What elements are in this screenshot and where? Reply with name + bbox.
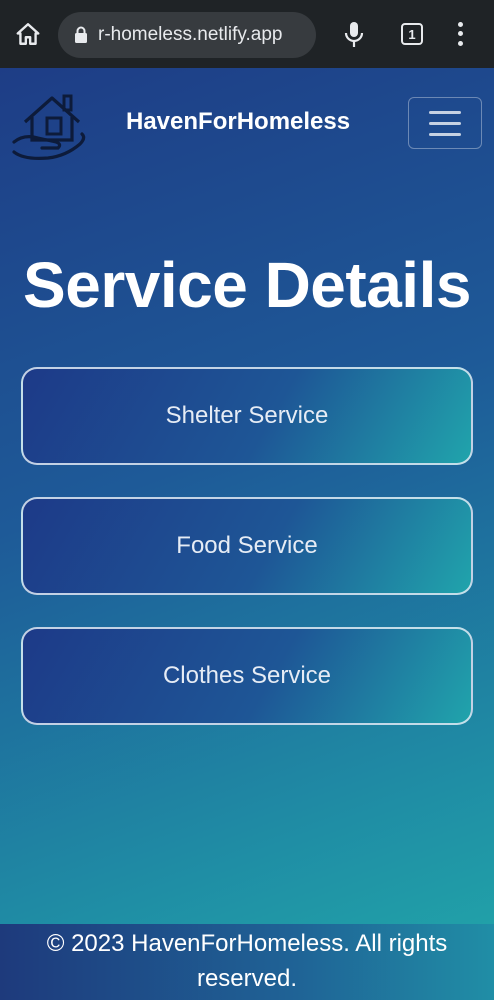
page-title: Service Details: [23, 249, 471, 321]
food-service-button[interactable]: Food Service: [21, 497, 473, 595]
microphone-icon[interactable]: [340, 20, 368, 50]
more-vert-icon[interactable]: [452, 20, 468, 48]
clothes-service-button[interactable]: Clothes Service: [21, 627, 473, 725]
page-body: HavenForHomeless Service Details Shelter…: [0, 68, 494, 924]
footer: © 2023 HavenForHomeless. All rights rese…: [0, 924, 494, 1000]
copyright-text: © 2023 HavenForHomeless. All rights rese…: [46, 930, 448, 992]
address-bar[interactable]: r-homeless.netlify.app: [58, 12, 316, 58]
tab-count: 1: [408, 26, 416, 42]
brand-name[interactable]: HavenForHomeless: [126, 108, 350, 136]
navbar: HavenForHomeless: [0, 68, 494, 178]
shelter-service-button[interactable]: Shelter Service: [21, 367, 473, 465]
hamburger-menu-icon[interactable]: [408, 97, 482, 149]
tabs-icon[interactable]: 1: [401, 23, 423, 45]
home-icon[interactable]: [14, 20, 42, 48]
house-in-hand-logo[interactable]: [12, 82, 94, 164]
browser-toolbar: r-homeless.netlify.app 1: [0, 0, 494, 68]
url-text: r-homeless.netlify.app: [98, 24, 283, 45]
lock-icon: [75, 26, 87, 43]
